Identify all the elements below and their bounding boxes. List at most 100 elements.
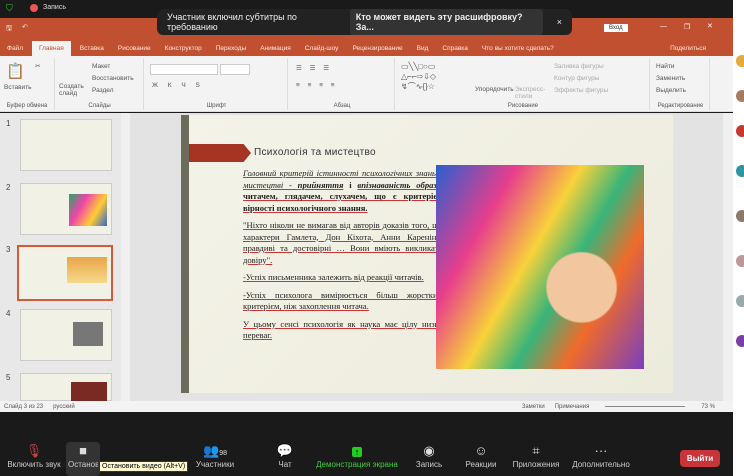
avatar[interactable] bbox=[736, 90, 744, 102]
slide-thumbnail-1[interactable] bbox=[20, 119, 112, 171]
section-button[interactable]: Раздел bbox=[92, 87, 113, 94]
avatar[interactable] bbox=[736, 55, 744, 67]
label: Приложения bbox=[512, 460, 560, 469]
slides-group: Создать слайд Макет Восстановить Раздел … bbox=[56, 58, 144, 110]
shape-effects-button[interactable]: Эффекты фигуры bbox=[554, 87, 608, 94]
label: Остановить видео bbox=[68, 460, 98, 469]
language-indicator[interactable]: русский bbox=[53, 404, 75, 410]
tab-help[interactable]: Справка bbox=[435, 45, 475, 52]
slide-artwork-image[interactable] bbox=[436, 165, 644, 369]
drawing-group: ▭╲╲□○▭ △⌐⌐⇨⇩◇ ↯⌒∿{}☆ Упорядочить Экспресс-… bbox=[397, 58, 650, 110]
label: Дополнительно bbox=[572, 460, 630, 469]
tab-file[interactable]: Файл bbox=[0, 45, 30, 52]
more-button[interactable]: ··· Дополнительно bbox=[566, 442, 636, 469]
paragraph-group: ☰ ☰ ☰ ≡ ≡ ≡ ≡ Абзац bbox=[290, 58, 395, 110]
tab-design[interactable]: Конструктор bbox=[158, 45, 209, 52]
save-icon[interactable]: 🖫 bbox=[6, 24, 12, 35]
tell-me-input[interactable]: Что вы хотите сделать? bbox=[475, 45, 561, 52]
thumb-number: 3 bbox=[6, 245, 11, 254]
list-buttons[interactable]: ☰ ☰ ☰ bbox=[296, 64, 332, 72]
new-slide-button[interactable]: Создать слайд bbox=[59, 83, 85, 97]
tab-review[interactable]: Рецензирование bbox=[345, 45, 409, 52]
paste-icon[interactable]: 📋 bbox=[6, 62, 25, 80]
avatar[interactable] bbox=[736, 125, 744, 137]
close-icon[interactable]: × bbox=[557, 17, 562, 27]
tab-slideshow[interactable]: Слайд-шоу bbox=[298, 45, 346, 52]
avatar[interactable] bbox=[736, 165, 744, 177]
undo-icon[interactable]: ↶ bbox=[22, 23, 28, 31]
sign-in-button[interactable]: Вход bbox=[604, 24, 628, 32]
font-label: Шрифт bbox=[206, 103, 227, 109]
zoom-level[interactable]: 73 % bbox=[701, 404, 715, 410]
drawing-label: Рисование bbox=[507, 103, 539, 109]
record-button[interactable]: ◉ Запись bbox=[410, 442, 448, 469]
font-format-buttons[interactable]: Ж К Ч S bbox=[152, 82, 204, 89]
slide-thumbnail-4[interactable] bbox=[20, 309, 112, 361]
label: Чат bbox=[278, 460, 292, 469]
apps-button[interactable]: ⌗ Приложения bbox=[510, 442, 562, 469]
shield-icon: ⛉ bbox=[6, 3, 13, 13]
share-button[interactable]: Поделиться bbox=[663, 45, 713, 52]
participants-icon: 👥98 bbox=[203, 443, 227, 458]
participants-panel-edge bbox=[733, 0, 744, 476]
comments-button[interactable]: Примечания bbox=[555, 404, 590, 410]
paste-button[interactable]: Вставить bbox=[4, 84, 32, 91]
select-button[interactable]: Выделить bbox=[656, 87, 686, 94]
label: Реакции bbox=[465, 460, 497, 469]
tab-transitions[interactable]: Переходы bbox=[209, 45, 254, 52]
avatar[interactable] bbox=[736, 295, 744, 307]
tab-view[interactable]: Вид bbox=[410, 45, 436, 52]
tab-insert[interactable]: Вставка bbox=[73, 45, 111, 52]
slide-thumbnail-3[interactable] bbox=[17, 245, 113, 301]
font-size-select[interactable] bbox=[220, 64, 250, 75]
thumbnails-scrollbar[interactable] bbox=[121, 113, 130, 401]
font-name-select[interactable] bbox=[150, 64, 218, 75]
avatar[interactable] bbox=[736, 210, 744, 222]
close-window-icon[interactable]: ✕ bbox=[707, 22, 713, 30]
slide-title: Психологія та мистецтво bbox=[254, 147, 376, 158]
notification-text: Участник включил субтитры по требованию bbox=[167, 12, 297, 32]
shapes-gallery[interactable]: ▭╲╲□○▭ △⌐⌐⇨⇩◇ ↯⌒∿{}☆ bbox=[401, 62, 473, 92]
leave-button[interactable]: Выйти bbox=[680, 450, 720, 467]
notes-button[interactable]: Заметки bbox=[522, 404, 545, 410]
editing-group: Найти Заменить Выделить Редактирование bbox=[652, 58, 710, 110]
editor-scrollbar[interactable] bbox=[723, 113, 733, 401]
font-group: Ж К Ч S Шрифт bbox=[146, 58, 288, 110]
reactions-button[interactable]: ☺ Реакции bbox=[460, 442, 502, 469]
label: Запись bbox=[415, 460, 443, 469]
quote-paragraph: "Ніхто ніколи не вимагав від авторів док… bbox=[243, 220, 443, 265]
participants-button[interactable]: 👥98 Участники bbox=[190, 442, 240, 469]
stop-video-button[interactable]: ■ Остановить видео bbox=[68, 442, 98, 469]
minimize-icon[interactable]: — bbox=[660, 23, 667, 30]
reset-button[interactable]: Восстановить bbox=[92, 75, 134, 82]
avatar[interactable] bbox=[736, 335, 744, 347]
zoom-slider[interactable] bbox=[605, 406, 686, 407]
video-tooltip: Остановить видео (Alt+V) bbox=[99, 461, 189, 472]
tab-animations[interactable]: Анимация bbox=[253, 45, 298, 52]
tab-home[interactable]: Главная bbox=[31, 41, 71, 56]
chat-button[interactable]: 💬 Чат bbox=[270, 442, 300, 469]
arrange-button[interactable]: Упорядочить bbox=[475, 86, 514, 93]
find-button[interactable]: Найти bbox=[656, 63, 675, 70]
slide-thumbnail-2[interactable] bbox=[20, 183, 112, 235]
share-screen-button[interactable]: ↑ Демонстрация экрана bbox=[312, 442, 402, 469]
cut-icon[interactable]: ✂ bbox=[35, 62, 40, 70]
slide-thumbnail-5[interactable] bbox=[20, 373, 112, 402]
text-run: прийняття bbox=[297, 179, 344, 190]
shape-fill-button[interactable]: Заливка фигуры bbox=[554, 63, 604, 70]
shape-outline-button[interactable]: Контур фигуры bbox=[554, 75, 599, 82]
align-buttons[interactable]: ≡ ≡ ≡ ≡ bbox=[296, 82, 338, 89]
restore-icon[interactable]: ❐ bbox=[684, 23, 690, 31]
unmute-button[interactable]: 🎙 Включить звук bbox=[4, 442, 64, 469]
paragraph-advantages: У цьому сенсі психологія як наука має ці… bbox=[243, 318, 443, 341]
avatar[interactable] bbox=[736, 255, 744, 267]
quick-styles-button[interactable]: Экспресс-стили bbox=[515, 86, 545, 100]
thumb-number: 4 bbox=[6, 309, 11, 318]
tab-draw[interactable]: Рисование bbox=[111, 45, 158, 52]
transcript-visibility-link[interactable]: Кто может видеть эту расшифровку? За... bbox=[349, 9, 543, 35]
ribbon-tabs: Файл Главная Вставка Рисование Конструкт… bbox=[0, 41, 733, 56]
clipboard-group: 📋 Вставить ✂ Буфер обмена bbox=[0, 58, 55, 110]
replace-button[interactable]: Заменить bbox=[656, 75, 685, 82]
layout-button[interactable]: Макет bbox=[92, 63, 110, 70]
paragraph-writer: -Успіх письменника залежить від реакції … bbox=[243, 272, 424, 282]
